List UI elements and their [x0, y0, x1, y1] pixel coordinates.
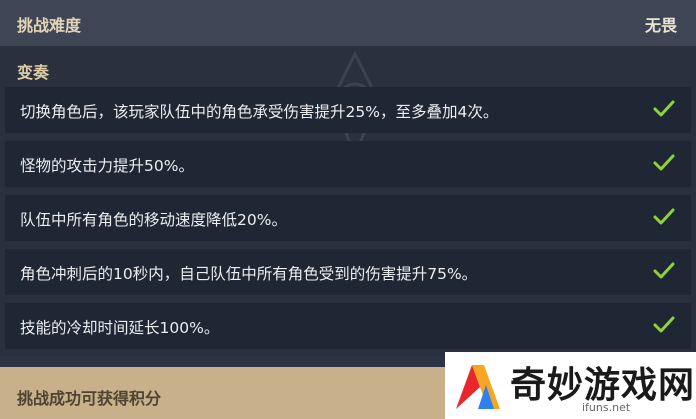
variation-text: 角色冲刺后的10秒内，自己队伍中所有角色受到的伤害提升75%。 — [20, 265, 478, 283]
difficulty-title: 挑战难度 — [17, 16, 82, 35]
variation-text: 切换角色后，该玩家队伍中的角色承受伤害提升25%，至多叠加4次。 — [20, 103, 499, 121]
difficulty-header: 挑战难度 无畏 — [0, 0, 696, 46]
variations-title: 变奏 — [17, 63, 50, 82]
variation-row: 切换角色后，该玩家队伍中的角色承受伤害提升25%，至多叠加4次。 — [5, 87, 691, 133]
check-icon — [653, 154, 675, 171]
difficulty-value: 无畏 — [644, 16, 677, 35]
check-icon — [653, 208, 675, 225]
variation-text: 怪物的攻击力提升50%。 — [20, 157, 194, 175]
variation-row: 队伍中所有角色的移动速度降低20%。 — [5, 195, 691, 241]
watermark-url: ifuns.net — [582, 401, 631, 414]
variation-text: 技能的冷却时间延长100%。 — [20, 319, 220, 337]
site-logo-icon — [456, 365, 500, 409]
rewards-label: 挑战成功可获得积分 — [17, 389, 162, 408]
variation-row: 角色冲刺后的10秒内，自己队伍中所有角色受到的伤害提升75%。 — [5, 249, 691, 295]
site-watermark: 奇妙游戏网 ifuns.net — [445, 352, 696, 419]
check-icon — [653, 262, 675, 279]
variation-text: 队伍中所有角色的移动速度降低20%。 — [20, 211, 287, 229]
check-icon — [653, 100, 675, 117]
variation-row: 技能的冷却时间延长100%。 — [5, 303, 691, 349]
variation-row: 怪物的攻击力提升50%。 — [5, 141, 691, 187]
check-icon — [653, 316, 675, 333]
